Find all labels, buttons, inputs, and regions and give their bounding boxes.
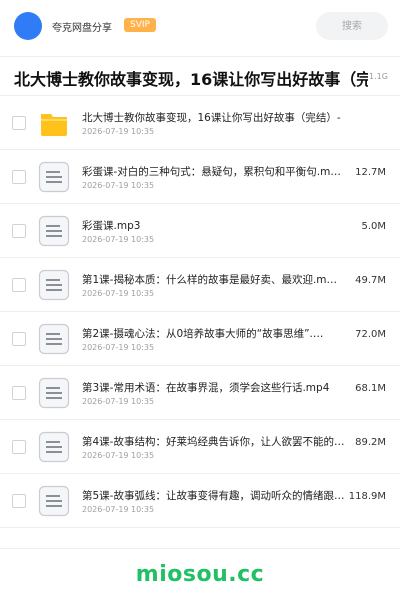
folder-icon [41, 114, 67, 136]
file-date: 2026-07-19 10:35 [82, 235, 155, 244]
footer-divider [0, 548, 400, 549]
file-row[interactable]: 彩蛋课.mp3 2026-07-19 10:35 5.0M [0, 204, 400, 258]
file-size: 49.7M [355, 275, 386, 286]
document-icon [38, 215, 70, 247]
file-date: 2026-07-19 10:35 [82, 451, 155, 460]
document-icon [38, 431, 70, 463]
avatar[interactable] [14, 12, 42, 40]
row-checkbox[interactable] [12, 278, 26, 292]
file-date: 2026-07-19 10:35 [82, 289, 155, 298]
document-icon [38, 485, 70, 517]
total-size-label: 1.1G [369, 72, 388, 81]
page-title: 北大博士教你故事变现，16课让你写出好故事（完结） [14, 70, 368, 89]
username-label: 夸克网盘分享 [52, 23, 112, 34]
search-input[interactable] [316, 12, 388, 40]
file-size: 5.0M [361, 221, 386, 232]
row-checkbox[interactable] [12, 332, 26, 346]
row-checkbox[interactable] [12, 440, 26, 454]
file-size: 12.7M [355, 167, 386, 178]
file-name[interactable]: 第5课-故事弧线：让故事变得有趣，调动听众的情绪跟… [82, 488, 352, 503]
file-name[interactable]: 第2课-摄魂心法：从0培养故事大师的“故事思维”.… [82, 326, 352, 341]
file-size: 118.9M [348, 491, 386, 502]
file-row[interactable]: 第4课-故事结构：好莱坞经典告诉你，让人欲罢不能的… 2026-07-19 10… [0, 420, 400, 474]
row-checkbox[interactable] [12, 386, 26, 400]
file-name[interactable]: 第1课-揭秘本质：什么样的故事是最好卖、最欢迎.m… [82, 272, 352, 287]
folder-title-bar: 北大博士教你故事变现，16课让你写出好故事（完结） 1.1G [0, 56, 400, 96]
row-checkbox[interactable] [12, 170, 26, 184]
file-name[interactable]: 彩蛋课.mp3 [82, 218, 352, 233]
svip-badge: SVIP [124, 18, 156, 32]
file-date: 2026-07-19 10:35 [82, 505, 155, 514]
document-icon [38, 323, 70, 355]
file-row[interactable]: 彩蛋课-对白的三种句式：悬疑句，累积句和平衡句.m… 2026-07-19 10… [0, 150, 400, 204]
file-size: 89.2M [355, 437, 386, 448]
file-date: 2026-07-19 10:35 [82, 397, 155, 406]
file-row[interactable]: 第1课-揭秘本质：什么样的故事是最好卖、最欢迎.m… 2026-07-19 10… [0, 258, 400, 312]
file-row[interactable]: 第2课-摄魂心法：从0培养故事大师的“故事思维”.… 2026-07-19 10… [0, 312, 400, 366]
file-date: 2026-07-19 10:35 [82, 181, 155, 190]
document-icon [38, 269, 70, 301]
file-name[interactable]: 北大博士教你故事变现，16课让你写出好故事（完结）- [82, 110, 357, 125]
row-checkbox[interactable] [12, 116, 26, 130]
document-icon [38, 161, 70, 193]
row-checkbox[interactable] [12, 224, 26, 238]
document-icon [38, 377, 70, 409]
file-list: 北大博士教你故事变现，16课让你写出好故事（完结）- 2026-07-19 10… [0, 96, 400, 528]
file-date: 2026-07-19 10:35 [82, 343, 155, 352]
file-name[interactable]: 第3课-常用术语：在故事界混，须学会这些行话.mp4 [82, 380, 352, 395]
file-row[interactable]: 北大博士教你故事变现，16课让你写出好故事（完结）- 2026-07-19 10… [0, 96, 400, 150]
file-name[interactable]: 第4课-故事结构：好莱坞经典告诉你，让人欲罢不能的… [82, 434, 352, 449]
file-row[interactable]: 第5课-故事弧线：让故事变得有趣，调动听众的情绪跟… 2026-07-19 10… [0, 474, 400, 528]
file-name[interactable]: 彩蛋课-对白的三种句式：悬疑句，累积句和平衡句.m… [82, 164, 352, 179]
file-size: 68.1M [355, 383, 386, 394]
file-row[interactable]: 第3课-常用术语：在故事界混，须学会这些行话.mp4 2026-07-19 10… [0, 366, 400, 420]
watermark: miosou.cc [135, 562, 265, 587]
share-header: 夸克网盘分享 SVIP [0, 0, 400, 52]
file-size: 72.0M [355, 329, 386, 340]
file-date: 2026-07-19 10:35 [82, 127, 155, 136]
row-checkbox[interactable] [12, 494, 26, 508]
